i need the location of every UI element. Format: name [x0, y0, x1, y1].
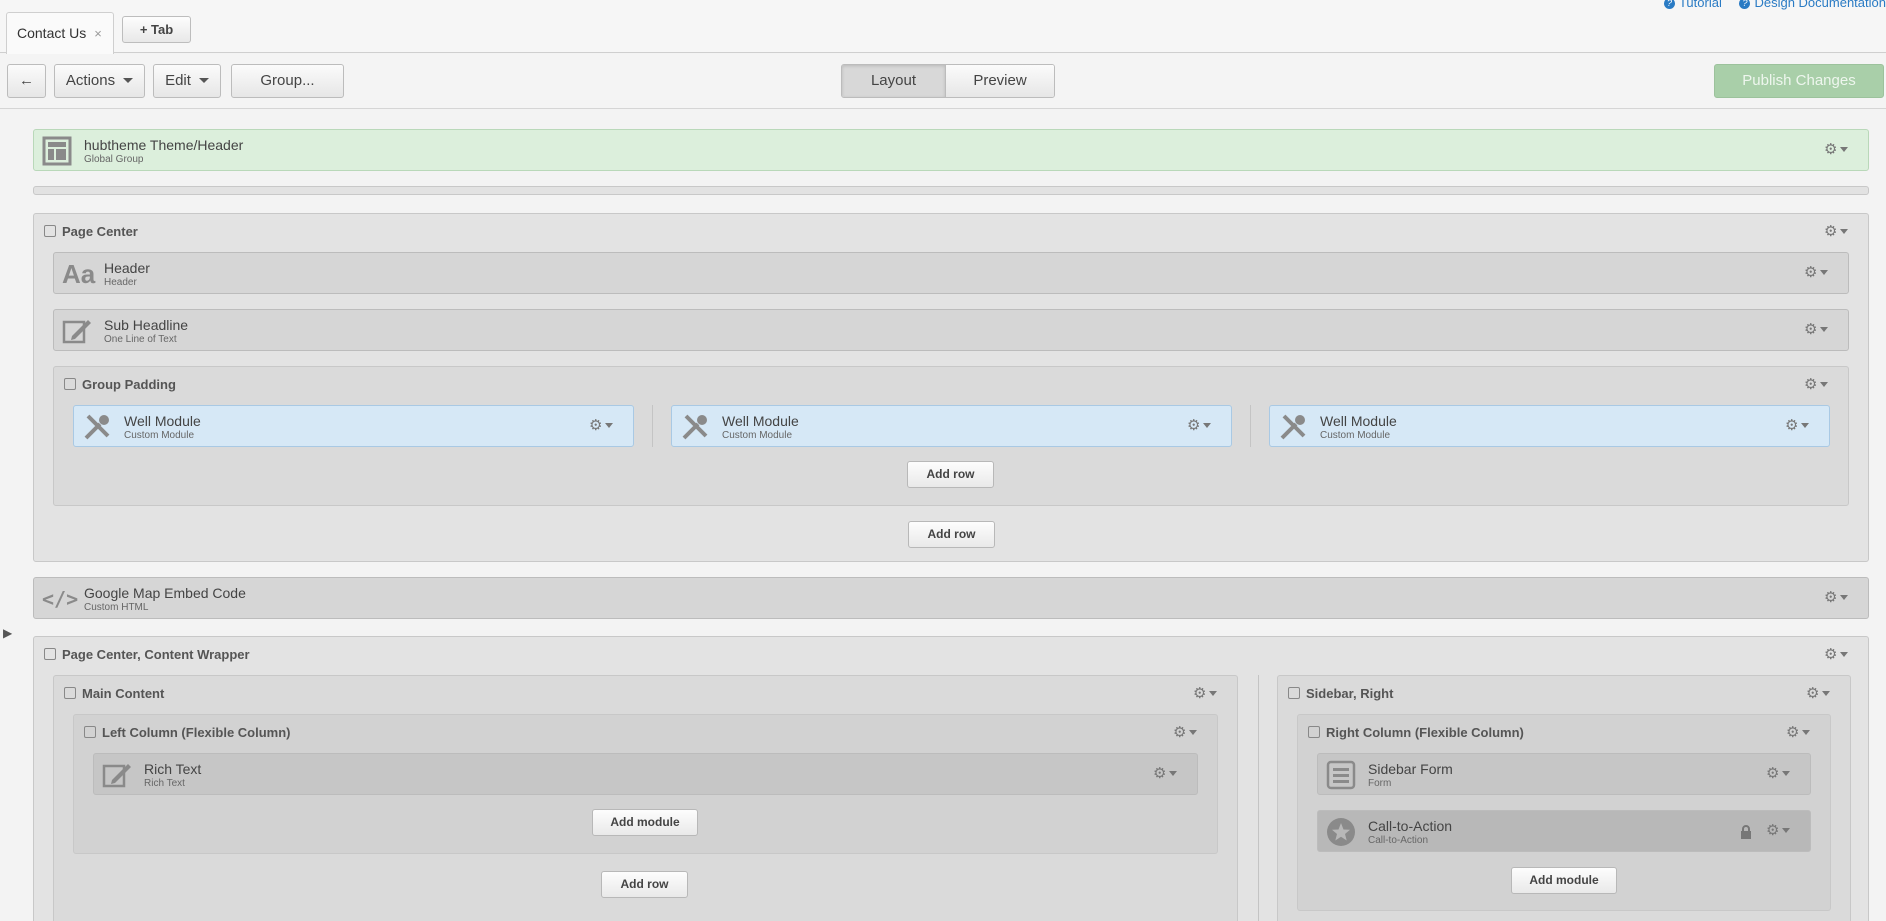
column-separator [652, 405, 653, 447]
text-icon: Aa [62, 259, 96, 289]
cube-icon [84, 726, 96, 738]
gear-icon[interactable]: ⚙ [1786, 725, 1816, 741]
edit-button[interactable]: Edit [153, 64, 221, 98]
right-column-group: Right Column (Flexible Column) ⚙ Sidebar… [1297, 714, 1831, 911]
gear-icon[interactable]: ⚙ [1766, 823, 1796, 839]
gear-icon[interactable]: ⚙ [1806, 686, 1836, 702]
content-wrapper-group: Page Center, Content Wrapper ⚙ Main Cont… [33, 636, 1869, 921]
gear-icon[interactable]: ⚙ [1804, 322, 1834, 338]
tab-layout[interactable]: Layout [842, 65, 946, 97]
tools-icon [84, 414, 110, 440]
form-icon [1326, 760, 1356, 790]
publish-changes-button[interactable]: Publish Changes [1714, 64, 1884, 98]
add-row-button[interactable]: Add row [908, 521, 995, 548]
well-module[interactable]: Well Module Custom Module ⚙ [1269, 405, 1830, 447]
tab-bar: Contact Us × + Tab ? Tutorial ? Design Docu… [0, 0, 1886, 54]
gear-icon[interactable]: ⚙ [1187, 418, 1217, 434]
actions-button[interactable]: Actions [54, 64, 145, 98]
add-module-button[interactable]: Add module [592, 809, 698, 836]
tab-contact-us[interactable]: Contact Us × [6, 12, 114, 54]
back-arrow-icon: ← [19, 72, 34, 89]
gear-icon[interactable]: ⚙ [589, 418, 619, 434]
edit-icon [102, 764, 131, 788]
expand-arrow-icon[interactable]: ▶ [3, 626, 12, 640]
cube-icon [44, 225, 56, 237]
add-module-button[interactable]: Add module [1511, 867, 1617, 894]
group-padding: Group Padding ⚙ Well Module Custom Modul… [53, 366, 1849, 506]
group-button[interactable]: Group... [231, 64, 344, 98]
lock-icon [1741, 825, 1751, 839]
toolbar: ← Actions Edit Group... Layout Preview P… [0, 54, 1886, 109]
group-header: Page Center, Content Wrapper [44, 647, 250, 662]
chevron-down-icon [198, 78, 209, 83]
sub-headline-module[interactable]: Sub Headline One Line of Text ⚙ [53, 309, 1849, 351]
view-toggle: Layout Preview [841, 64, 1055, 98]
design-docs-link[interactable]: ? Design Documentation [1739, 0, 1886, 10]
page-center-group: Page Center ⚙ Aa Header Header ⚙ Sub Hea… [33, 213, 1869, 562]
module-title: hubtheme Theme/Header [84, 137, 244, 153]
back-button[interactable]: ← [7, 64, 46, 98]
group-header: Page Center [44, 224, 138, 239]
group-header: Left Column (Flexible Column) [84, 725, 291, 740]
group-header: Right Column (Flexible Column) [1308, 725, 1524, 740]
google-map-module[interactable]: </> Google Map Embed Code Custom HTML ⚙ [33, 577, 1869, 619]
add-row-button[interactable]: Add row [601, 871, 688, 898]
help-icon: ? [1739, 0, 1751, 9]
tab-label: Contact Us [17, 25, 87, 41]
gear-icon[interactable]: ⚙ [1153, 766, 1183, 782]
main-content-group: Main Content ⚙ Left Column (Flexible Col… [53, 675, 1238, 921]
well-module[interactable]: Well Module Custom Module ⚙ [671, 405, 1232, 447]
tutorial-link[interactable]: ? Tutorial [1663, 0, 1722, 10]
gear-icon[interactable]: ⚙ [1824, 142, 1854, 158]
help-links: ? Tutorial ? Design Documentation [1650, 0, 1886, 10]
layout-icon [42, 136, 72, 166]
sidebar-right-group: Sidebar, Right ⚙ Right Column (Flexible … [1277, 675, 1851, 921]
group-header: Group Padding [64, 377, 176, 392]
cube-icon [1308, 726, 1320, 738]
gear-icon[interactable]: ⚙ [1824, 647, 1854, 663]
divider-bar [33, 186, 1869, 195]
module-subtitle: Global Group [84, 154, 144, 165]
sidebar-form-module[interactable]: Sidebar Form Form ⚙ [1317, 753, 1811, 795]
tools-icon [1280, 414, 1306, 440]
tab-preview[interactable]: Preview [946, 65, 1054, 97]
close-icon[interactable]: × [94, 26, 102, 41]
group-header: Main Content [64, 686, 164, 701]
add-tab-button[interactable]: + Tab [122, 16, 191, 43]
group-header: Sidebar, Right [1288, 686, 1393, 701]
cta-module[interactable]: Call-to-Action Call-to-Action ⚙ [1317, 810, 1811, 852]
well-module[interactable]: Well Module Custom Module ⚙ [73, 405, 634, 447]
star-icon [1327, 818, 1355, 846]
cube-icon [1288, 687, 1300, 699]
gear-icon[interactable]: ⚙ [1193, 686, 1223, 702]
tools-icon [682, 414, 708, 440]
gear-icon[interactable]: ⚙ [1804, 265, 1834, 281]
column-separator [1250, 405, 1251, 447]
gear-icon[interactable]: ⚙ [1785, 418, 1815, 434]
column-separator [1258, 675, 1259, 921]
header-global-group[interactable]: hubtheme Theme/Header Global Group ⚙ [33, 129, 1869, 171]
gear-icon[interactable]: ⚙ [1824, 224, 1854, 240]
cube-icon [44, 648, 56, 660]
edit-icon [62, 320, 91, 344]
gear-icon[interactable]: ⚙ [1824, 590, 1854, 606]
gear-icon[interactable]: ⚙ [1804, 377, 1834, 393]
chevron-down-icon [123, 78, 134, 83]
gear-icon[interactable]: ⚙ [1173, 725, 1203, 741]
help-icon: ? [1663, 0, 1675, 9]
header-module[interactable]: Aa Header Header ⚙ [53, 252, 1849, 294]
rich-text-module[interactable]: Rich Text Rich Text ⚙ [93, 753, 1198, 795]
code-icon: </> [42, 587, 79, 611]
cube-icon [64, 378, 76, 390]
add-row-button[interactable]: Add row [907, 461, 994, 488]
gear-icon[interactable]: ⚙ [1766, 766, 1796, 782]
cube-icon [64, 687, 76, 699]
left-column-group: Left Column (Flexible Column) ⚙ Rich Tex… [73, 714, 1218, 854]
